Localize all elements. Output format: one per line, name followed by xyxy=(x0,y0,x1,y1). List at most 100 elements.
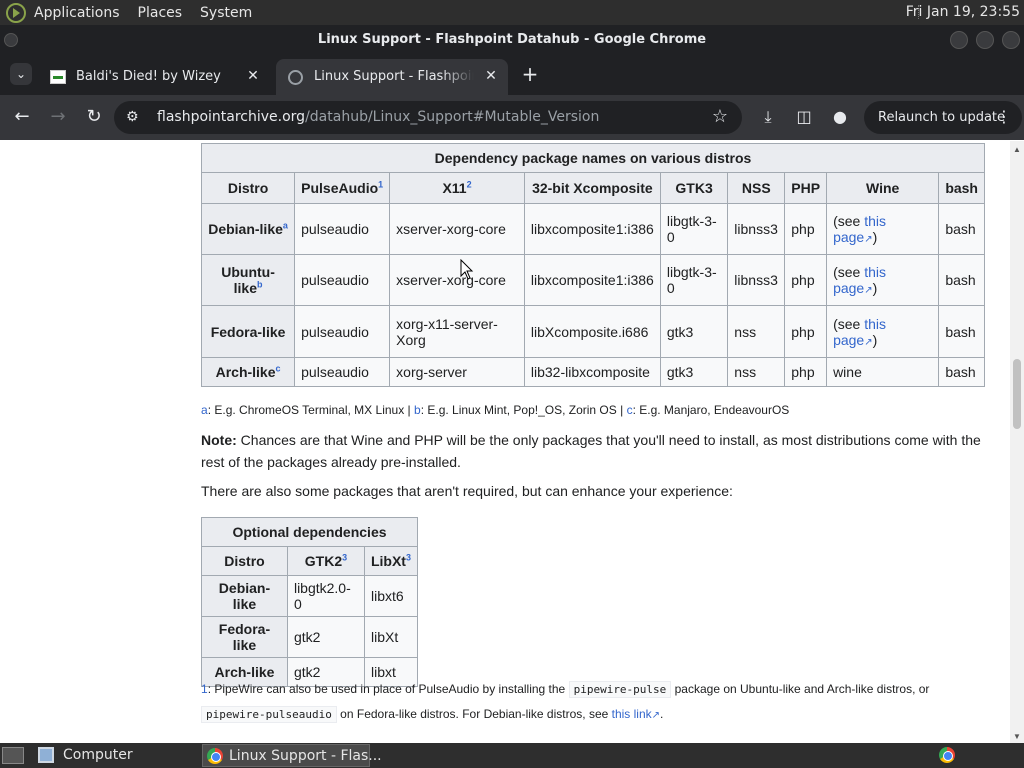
scroll-up-arrow-icon[interactable]: ▲ xyxy=(1013,145,1021,154)
page-scrollbar[interactable]: ▲ ▼ xyxy=(1010,141,1024,743)
dependency-table-caption: Dependency package names on various dist… xyxy=(201,143,985,173)
note-c-text: : E.g. Manjaro, EndeavourOS xyxy=(632,403,790,417)
table-cell: php xyxy=(784,305,828,358)
menu-places[interactable]: Places xyxy=(138,5,183,21)
menu-applications[interactable]: Applications xyxy=(34,5,120,21)
tab-close-icon[interactable]: ✕ xyxy=(482,67,500,85)
tab-close-icon[interactable]: ✕ xyxy=(244,67,262,85)
table-cell: gtk2 xyxy=(286,616,365,658)
bookmark-star-icon[interactable]: ☆ xyxy=(712,106,728,127)
table-cell: gtk3 xyxy=(659,305,729,358)
row-header: Ubuntu-likeb xyxy=(200,254,296,306)
chrome-icon xyxy=(207,748,223,764)
header-text: Distro xyxy=(227,180,269,196)
forward-arrow-icon[interactable]: → xyxy=(47,106,69,128)
header-text: GTK2 xyxy=(304,553,343,569)
note-b-backlink[interactable]: b xyxy=(414,403,421,417)
table-row: Debian-like libgtk2.0-0 libxt6 xyxy=(201,575,419,617)
url-path: /datahub/Linux_Support#Mutable_Version xyxy=(305,109,600,125)
code-pipewire-pulse: pipewire-pulse xyxy=(568,681,672,698)
footnote-ref-2[interactable]: 2 xyxy=(467,179,472,189)
header-text: PHP xyxy=(791,180,821,196)
col-header: GTK3 xyxy=(659,172,729,204)
header-text: PulseAudio xyxy=(301,180,379,196)
table-cell: nss xyxy=(727,357,786,387)
page-content: Dependency package names on various dist… xyxy=(0,141,1024,743)
note-ref-a[interactable]: a xyxy=(283,220,288,230)
reload-icon[interactable]: ↻ xyxy=(83,106,105,128)
table-cell: libxcomposite1:i386 xyxy=(523,254,661,306)
footnote-text: : PipeWire can also be used in place of … xyxy=(207,682,569,696)
note-b-text: : E.g. Linux Mint, Pop!_OS, Zorin OS | xyxy=(420,403,627,417)
footnote-ref-3[interactable]: 3 xyxy=(406,552,411,562)
browser-toolbar: ← → ↻ ⚙ flashpointarchive.org/datahub/Li… xyxy=(0,95,1024,140)
table-cell: php xyxy=(784,203,828,255)
new-tab-plus-icon[interactable]: + xyxy=(520,64,540,84)
row-header: Fedora-like xyxy=(201,616,288,658)
table-cell: pulseaudio xyxy=(294,203,391,255)
note-ref-c[interactable]: c xyxy=(276,363,281,373)
taskbar-item-computer[interactable]: Computer xyxy=(34,744,200,767)
url-text[interactable]: flashpointarchive.org/datahub/Linux_Supp… xyxy=(157,109,599,125)
col-header: NSS xyxy=(727,172,786,204)
show-desktop-icon[interactable] xyxy=(2,747,24,764)
footnote-text: package on Ubuntu-like and Arch-like dis… xyxy=(671,682,930,696)
wine-see-close: ) xyxy=(872,229,878,245)
table-cell: wine xyxy=(826,357,940,387)
tab-linux-support[interactable]: Linux Support - Flashpoint Datahub ✕ xyxy=(276,59,508,95)
distro-logo-icon[interactable] xyxy=(6,2,26,23)
table-row: Arch-likec pulseaudio xorg-server lib32-… xyxy=(200,357,985,387)
footnote-ref-1[interactable]: 1 xyxy=(378,179,383,189)
maximize-icon[interactable] xyxy=(976,31,994,49)
window-titlebar[interactable]: Linux Support - Flashpoint Datahub - Goo… xyxy=(0,25,1024,55)
tray-chrome[interactable] xyxy=(936,744,958,767)
relaunch-label: Relaunch to update xyxy=(878,110,1006,125)
close-window-icon[interactable] xyxy=(1002,31,1020,49)
footnote-ref-3[interactable]: 3 xyxy=(342,552,347,562)
profile-avatar-icon[interactable]: ● xyxy=(829,106,851,128)
table-cell: libXcomposite.i686 xyxy=(523,305,661,358)
table-cell: xserver-xorg-core xyxy=(389,254,525,306)
menu-system[interactable]: System xyxy=(200,5,252,21)
relaunch-button[interactable]: Relaunch to update ⋮ xyxy=(864,101,1022,134)
footnote-1: 1: PipeWire can also be used in place of… xyxy=(201,677,991,728)
kebab-menu-icon[interactable]: ⋮ xyxy=(996,107,1012,126)
wine-see-close: ) xyxy=(872,280,878,296)
clock[interactable]: Fri Jan 19, 23:55 xyxy=(906,4,1020,20)
note-a-backlink[interactable]: a xyxy=(201,403,208,417)
site-info-tune-icon[interactable]: ⚙ xyxy=(126,109,139,125)
header-text: bash xyxy=(945,180,978,196)
taskbar-item-chrome[interactable]: Linux Support - Flas... xyxy=(202,744,382,767)
tab-search-chevron-icon[interactable]: ⌄ xyxy=(10,63,32,85)
chrome-tray-icon xyxy=(939,747,955,763)
table-cell: gtk3 xyxy=(659,357,729,387)
download-icon[interactable]: ⤓ xyxy=(757,106,779,128)
address-bar[interactable]: ⚙ flashpointarchive.org/datahub/Linux_Su… xyxy=(114,101,742,134)
tab-strip: ⌄ Baldi's Died! by Wizey ✕ Linux Support… xyxy=(0,55,1024,95)
side-panel-icon[interactable]: ◫ xyxy=(793,106,815,128)
scroll-down-arrow-icon[interactable]: ▼ xyxy=(1013,732,1021,741)
table-cell: php xyxy=(784,357,828,387)
footnote-1-backlink[interactable]: 1 xyxy=(201,682,208,696)
wine-see-open: (see xyxy=(833,213,865,229)
table-cell: pulseaudio xyxy=(294,254,391,306)
taskbar-label: Computer xyxy=(63,747,133,763)
scrollbar-thumb[interactable] xyxy=(1013,359,1021,429)
tab-baldi[interactable]: Baldi's Died! by Wizey ✕ xyxy=(38,59,270,95)
table-cell: libxt6 xyxy=(363,575,419,617)
header-text: Wine xyxy=(866,180,900,196)
footnote-text: . xyxy=(660,707,664,721)
note-ref-b[interactable]: b xyxy=(257,279,263,289)
table-cell: bash xyxy=(938,254,985,306)
header-text: GTK3 xyxy=(675,180,713,196)
table-cell: pulseaudio xyxy=(294,305,391,358)
note-label: Note: xyxy=(201,432,237,448)
table-cell: libXt xyxy=(363,616,419,658)
debian-pipewire-link[interactable]: this link xyxy=(612,707,652,721)
back-arrow-icon[interactable]: ← xyxy=(11,106,33,128)
table-cell: libxcomposite1:i386 xyxy=(523,203,661,255)
wine-see-close: ) xyxy=(872,331,878,348)
table-cell: libgtk-3-0 xyxy=(659,254,729,306)
minimize-icon[interactable] xyxy=(950,31,968,49)
col-header: GTK23 xyxy=(286,546,365,576)
